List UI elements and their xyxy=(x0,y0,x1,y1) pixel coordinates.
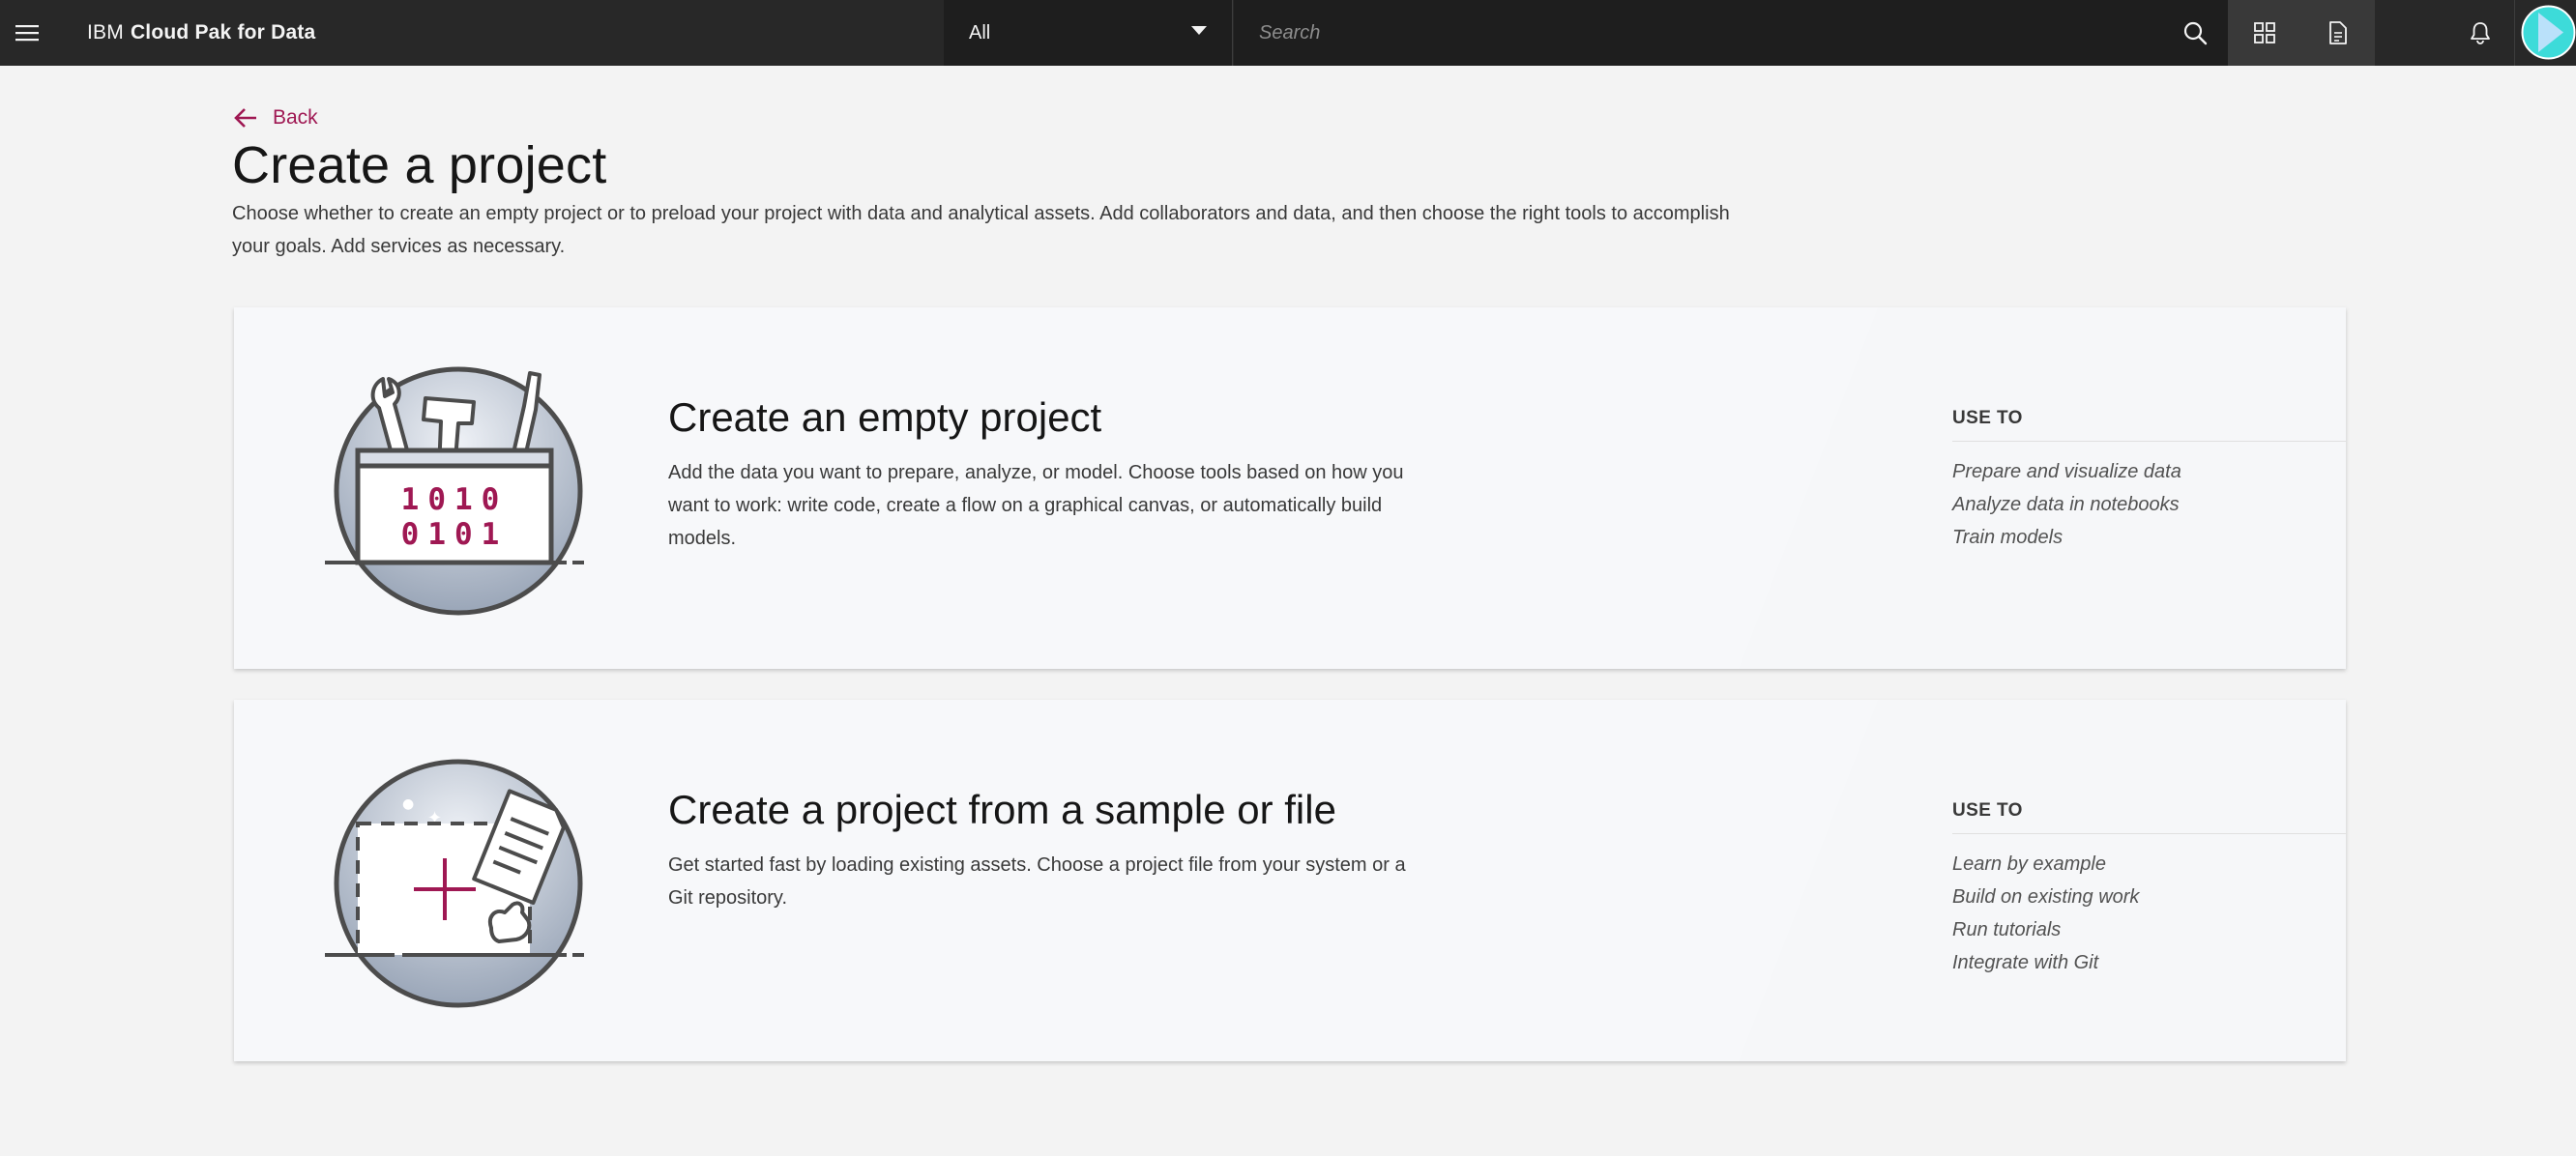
toolbox-illustration: ✦ 1010 0101 xyxy=(325,366,584,616)
svg-text:0101: 0101 xyxy=(401,517,509,552)
use-to-item: Integrate with Git xyxy=(1952,952,2099,973)
use-to-heading: USE TO xyxy=(1952,800,2346,834)
menu-icon[interactable] xyxy=(0,0,54,66)
hamburger-icon xyxy=(15,25,39,42)
avatar[interactable] xyxy=(2521,5,2576,60)
back-label: Back xyxy=(273,106,318,129)
grid-icon xyxy=(2254,22,2275,43)
notification-icon xyxy=(2471,22,2490,44)
header-divider xyxy=(2514,0,2515,66)
back-link[interactable]: Back xyxy=(232,104,318,131)
use-to-list: Prepare and visualize data Analyze data … xyxy=(1952,455,2181,554)
use-to-item: Build on existing work xyxy=(1952,886,2140,908)
create-from-sample-card[interactable]: ● ✦ ✦ Create a project from a sample or … xyxy=(234,700,2346,1061)
documentation-button[interactable] xyxy=(2301,0,2375,66)
search-scope-value: All xyxy=(969,21,991,43)
svg-text:●: ● xyxy=(402,796,414,812)
card-description: Add the data you want to prepare, analyz… xyxy=(668,462,1404,549)
search-icon xyxy=(2183,21,2208,45)
notifications-button[interactable] xyxy=(2444,0,2517,66)
switcher-button[interactable] xyxy=(2228,0,2301,66)
arrow-left-icon xyxy=(234,108,256,128)
global-search xyxy=(1234,0,2228,66)
avatar-icon xyxy=(2521,5,2576,60)
use-to-heading: USE TO xyxy=(1952,408,2346,442)
card-description: Get started fast by loading existing ass… xyxy=(668,854,1406,909)
use-to-item: Run tutorials xyxy=(1952,919,2062,940)
top-header: IBM Cloud Pak for Data All xyxy=(0,0,2576,66)
use-to-item: Analyze data in notebooks xyxy=(1952,494,2180,515)
create-empty-project-card[interactable]: ✦ 1010 0101 Create an empty project Add … xyxy=(234,307,2346,669)
product-brand[interactable]: IBM Cloud Pak for Data xyxy=(87,0,315,66)
chevron-down-icon xyxy=(1191,26,1207,35)
import-file-illustration: ● ✦ ✦ xyxy=(325,759,584,1008)
card-title: Create an empty project xyxy=(668,394,1102,440)
page-title: Create a project xyxy=(232,136,607,194)
search-scope-dropdown[interactable]: All xyxy=(944,0,1233,66)
use-to-item: Train models xyxy=(1952,527,2064,548)
use-to-list: Learn by example Build on existing work … xyxy=(1952,848,2139,979)
brand-prefix: IBM xyxy=(87,21,124,43)
svg-text:1010: 1010 xyxy=(401,482,509,517)
search-button[interactable] xyxy=(2162,0,2228,66)
use-to-item: Learn by example xyxy=(1952,853,2106,875)
use-to-item: Prepare and visualize data xyxy=(1952,461,2181,482)
page-description: Choose whether to create an empty projec… xyxy=(232,203,1730,257)
search-input[interactable] xyxy=(1234,0,2104,66)
document-icon xyxy=(2329,21,2347,44)
brand-name: Cloud Pak for Data xyxy=(130,21,316,43)
card-title: Create a project from a sample or file xyxy=(668,787,1336,832)
